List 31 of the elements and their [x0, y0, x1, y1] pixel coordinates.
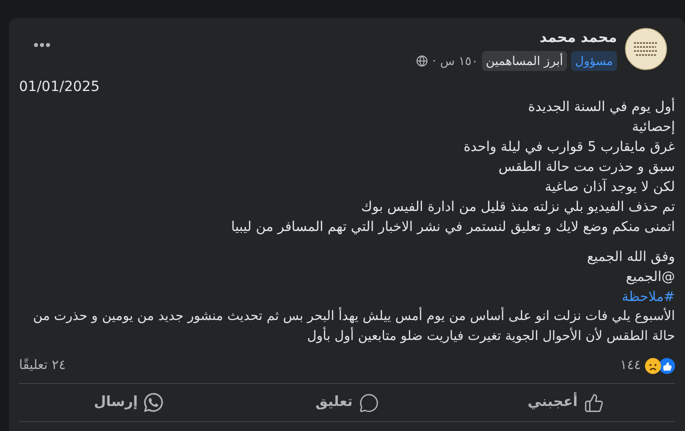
speech-bubble-icon: [358, 392, 379, 412]
audience-icon: [416, 55, 428, 67]
separator-dot: ·: [432, 53, 436, 70]
reaction-count: ١٤٤: [620, 357, 641, 376]
post-line: غرق مايقارب 5 قوارب في ليلة واحدة: [464, 138, 675, 157]
post-line: @الجميع: [626, 268, 675, 287]
post-line: اتمنى منكم وضع لايك و تعليق لنستمر في نشر الاخبار التي تهم المسافر من ليبيا: [231, 218, 675, 237]
post-date: 01/01/2025: [19, 78, 101, 97]
post-line: أول يوم في السنة الجديدة: [528, 97, 675, 117]
whatsapp-icon: [144, 393, 163, 412]
avatar[interactable]: [625, 28, 667, 70]
like-reaction-icon: [659, 358, 675, 374]
thumbs-up-icon: [584, 392, 604, 412]
hashtag-link[interactable]: #ملاحظة: [622, 287, 675, 307]
post-action-button[interactable]: إرسال: [18, 384, 238, 421]
post-line: لكن لا يوجد آذان صاغية: [544, 178, 675, 197]
comment-count[interactable]: ٢٤ تعليقًا: [19, 356, 66, 376]
role-badge: مسؤول: [571, 51, 617, 71]
post-line: وفق الله الجميع: [586, 248, 675, 267]
post-action-button[interactable]: تعليق: [238, 384, 456, 421]
post-line: سبق و حذرت مت حالة الطقس: [498, 158, 675, 177]
role-badge: أبرز المساهمين: [482, 51, 568, 71]
more-options-icon[interactable]: [33, 42, 51, 48]
post-action-button[interactable]: أعجبني: [456, 384, 675, 421]
sad-face-icon: [645, 358, 661, 374]
post-line: إحصائية: [632, 118, 675, 137]
author-name[interactable]: محمد محمد: [416, 28, 617, 49]
post-time[interactable]: ١٥٠ س: [440, 52, 478, 70]
post-paragraph: الأسبوع يلي فات نزلت انو على أساس من يوم أمس ييلش يهدأ البحر بس ثم تحديث منشور جديد من يومين و حذرت من حالة الطقس لأن الأحوال الجوية تغيرت فياريت ضلو متابعين أول بأول: [32, 307, 675, 346]
reactions-summary[interactable]: ١٤٤: [620, 356, 675, 376]
post-line: تم حذف الفيديو بلي نزلته منذ قليل من ادارة الفيس بوك: [361, 198, 675, 217]
